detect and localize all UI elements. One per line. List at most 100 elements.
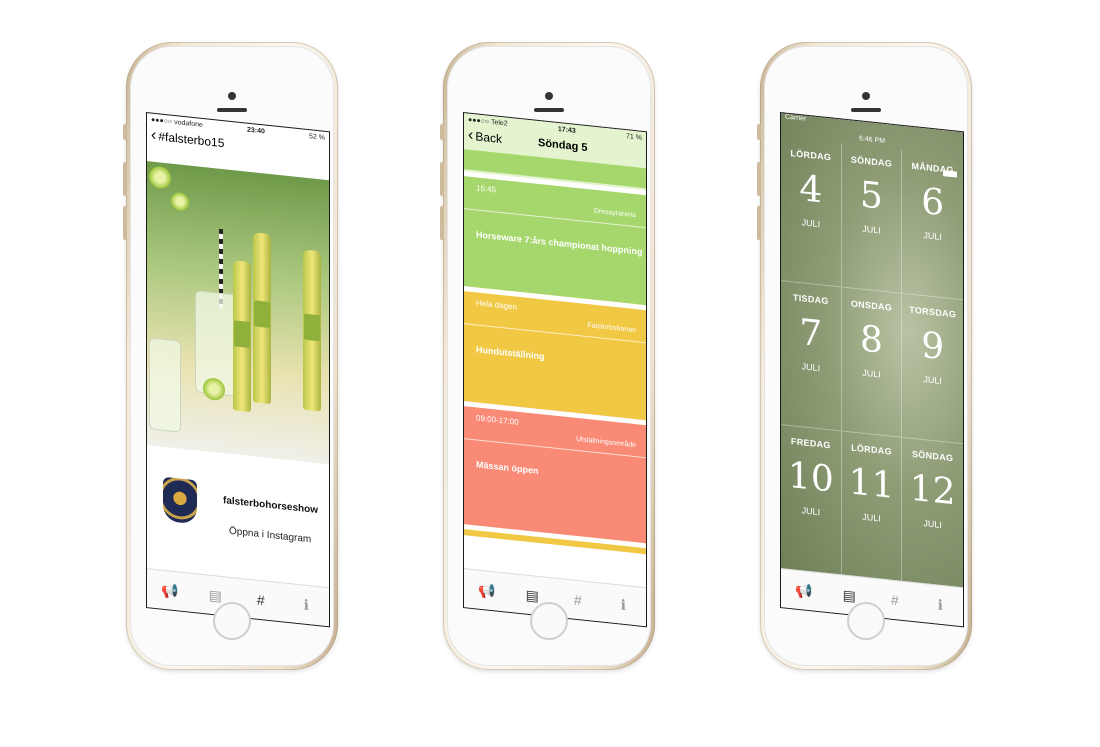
month-label: JULI: [862, 223, 881, 236]
day-number: 11: [848, 461, 895, 508]
day-cell[interactable]: MÅNDAG 6 JULI: [902, 149, 963, 301]
instagram-profile: falsterbohorseshow Öppna i Instagram: [147, 463, 329, 582]
event-location: Dressyrarena: [593, 207, 636, 220]
front-camera: [545, 92, 553, 100]
month-label: JULI: [801, 361, 821, 374]
volume-down-button: [123, 206, 127, 240]
event-time: 09:00-17:00: [476, 413, 519, 427]
back-button[interactable]: Back: [475, 129, 502, 146]
day-number: 12: [909, 467, 956, 514]
megaphone-icon[interactable]: 📢: [155, 580, 185, 600]
day-cell[interactable]: SÖNDAG 5 JULI: [841, 143, 903, 294]
page-title: Söndag 5: [538, 136, 588, 155]
volume-down-button: [757, 206, 761, 240]
megaphone-icon[interactable]: 📢: [472, 580, 502, 600]
month-label: JULI: [801, 217, 821, 230]
carrier-label: Carrier: [785, 113, 807, 123]
day-number: 7: [799, 312, 823, 356]
day-number: 6: [921, 180, 945, 225]
day-cell[interactable]: TORSDAG 9 JULI: [902, 293, 963, 445]
day-cell[interactable]: ONSDAG 8 JULI: [841, 287, 903, 438]
day-number: 8: [860, 318, 883, 362]
info-icon[interactable]: ℹ: [608, 595, 638, 615]
day-number: 9: [921, 324, 945, 369]
event-time: Hela dagen: [476, 298, 517, 312]
earpiece: [217, 108, 247, 112]
cider-bottle: [233, 260, 251, 413]
front-camera: [228, 92, 236, 100]
battery-label: 71 %: [626, 132, 642, 142]
day-cell[interactable]: TISDAG 7 JULI: [781, 281, 842, 432]
volume-up-button: [440, 162, 444, 196]
day-cell[interactable]: FREDAG 10 JULI: [781, 425, 842, 576]
weekday-label: SÖNDAG: [912, 448, 954, 464]
mute-switch: [123, 124, 127, 140]
day-number: 5: [860, 174, 883, 218]
weekday-label: LÖRDAG: [851, 442, 892, 457]
info-icon[interactable]: ℹ: [925, 595, 955, 615]
month-label: JULI: [862, 511, 881, 524]
event-title: Horseware 7:års championat hoppning: [476, 229, 643, 257]
day-cell[interactable]: SÖNDAG 12 JULI: [902, 438, 963, 588]
hashtag-icon[interactable]: #: [246, 590, 276, 609]
info-icon[interactable]: ℹ: [291, 595, 321, 615]
event-time: 15:45: [476, 183, 497, 195]
event-card[interactable]: 15:45 Dressyrarena Horseware 7:års champ…: [464, 171, 646, 306]
clock: 17:43: [557, 125, 576, 135]
open-in-instagram-link[interactable]: Öppna i Instagram: [229, 526, 311, 546]
hashtag-icon[interactable]: #: [563, 590, 593, 609]
volume-up-button: [757, 162, 761, 196]
month-label: JULI: [923, 230, 942, 243]
weekday-label: TORSDAG: [909, 304, 957, 320]
event-card[interactable]: Hela dagen Falsterbobanan Hundutställnin…: [464, 286, 646, 421]
cider-bottle: [253, 232, 271, 405]
glass-jar: [149, 337, 181, 433]
weekday-label: FREDAG: [790, 436, 831, 451]
front-camera: [862, 92, 870, 100]
phone-face: Carrier 6:46 PM LÖRDAG 4 JULI SÖNDAG 5 J…: [764, 46, 968, 666]
month-label: JULI: [923, 518, 942, 531]
weekday-label: TISDAG: [792, 292, 829, 307]
home-button[interactable]: [213, 602, 251, 640]
battery-label: 52 %: [309, 132, 325, 142]
event-card[interactable]: 09:00-17:00 Utställningsområde Mässan öp…: [464, 401, 646, 544]
month-label: JULI: [801, 505, 821, 518]
weekday-label: SÖNDAG: [850, 154, 893, 169]
back-chevron-icon[interactable]: ‹: [468, 127, 473, 146]
phone-face: ●●●○○ vodafone 23:40 52 % ‹ #falsterbo15: [130, 46, 334, 666]
lime-slice: [171, 191, 189, 212]
screen: ●●●○○ Tele2 17:43 71 % ‹ Back Söndag 5 1…: [463, 112, 647, 628]
weekday-label: ONSDAG: [850, 298, 893, 313]
clock: 23:40: [247, 126, 265, 135]
event-title: Hundutställning: [476, 344, 545, 362]
back-chevron-icon[interactable]: ‹: [151, 127, 156, 146]
day-cell[interactable]: LÖRDAG 4 JULI: [781, 137, 842, 288]
volume-up-button: [123, 162, 127, 196]
home-button[interactable]: [530, 602, 568, 640]
day-cell[interactable]: LÖRDAG 11 JULI: [841, 431, 903, 582]
phone-calendar: Carrier 6:46 PM LÖRDAG 4 JULI SÖNDAG 5 J…: [757, 42, 972, 670]
phone-schedule: ●●●○○ Tele2 17:43 71 % ‹ Back Söndag 5 1…: [440, 42, 655, 670]
mute-switch: [757, 124, 761, 140]
screen: ●●●○○ vodafone 23:40 52 % ‹ #falsterbo15: [146, 112, 330, 628]
event-title: Mässan öppen: [476, 459, 539, 476]
day-number: 10: [787, 454, 834, 501]
megaphone-icon[interactable]: 📢: [789, 580, 819, 600]
falsterbo-crest-logo: [163, 476, 197, 525]
day-grid: LÖRDAG 4 JULI SÖNDAG 5 JULI MÅNDAG 6 JUL…: [781, 137, 963, 588]
volume-down-button: [440, 206, 444, 240]
earpiece: [851, 108, 881, 112]
username[interactable]: falsterbohorseshow: [223, 495, 318, 516]
home-button[interactable]: [847, 602, 885, 640]
earpiece: [534, 108, 564, 112]
instagram-photo[interactable]: [147, 161, 329, 465]
event-list: 15:45 Dressyrarena Horseware 7:års champ…: [464, 171, 646, 588]
hashtag-icon[interactable]: #: [880, 590, 910, 609]
mute-switch: [440, 124, 444, 140]
page-title: #falsterbo15: [158, 129, 225, 151]
event-location: Utställningsområde: [576, 435, 636, 450]
day-number: 4: [799, 168, 823, 212]
calendar-view: Carrier 6:46 PM LÖRDAG 4 JULI SÖNDAG 5 J…: [781, 113, 963, 589]
weekday-label: LÖRDAG: [790, 148, 832, 163]
month-label: JULI: [923, 374, 942, 387]
